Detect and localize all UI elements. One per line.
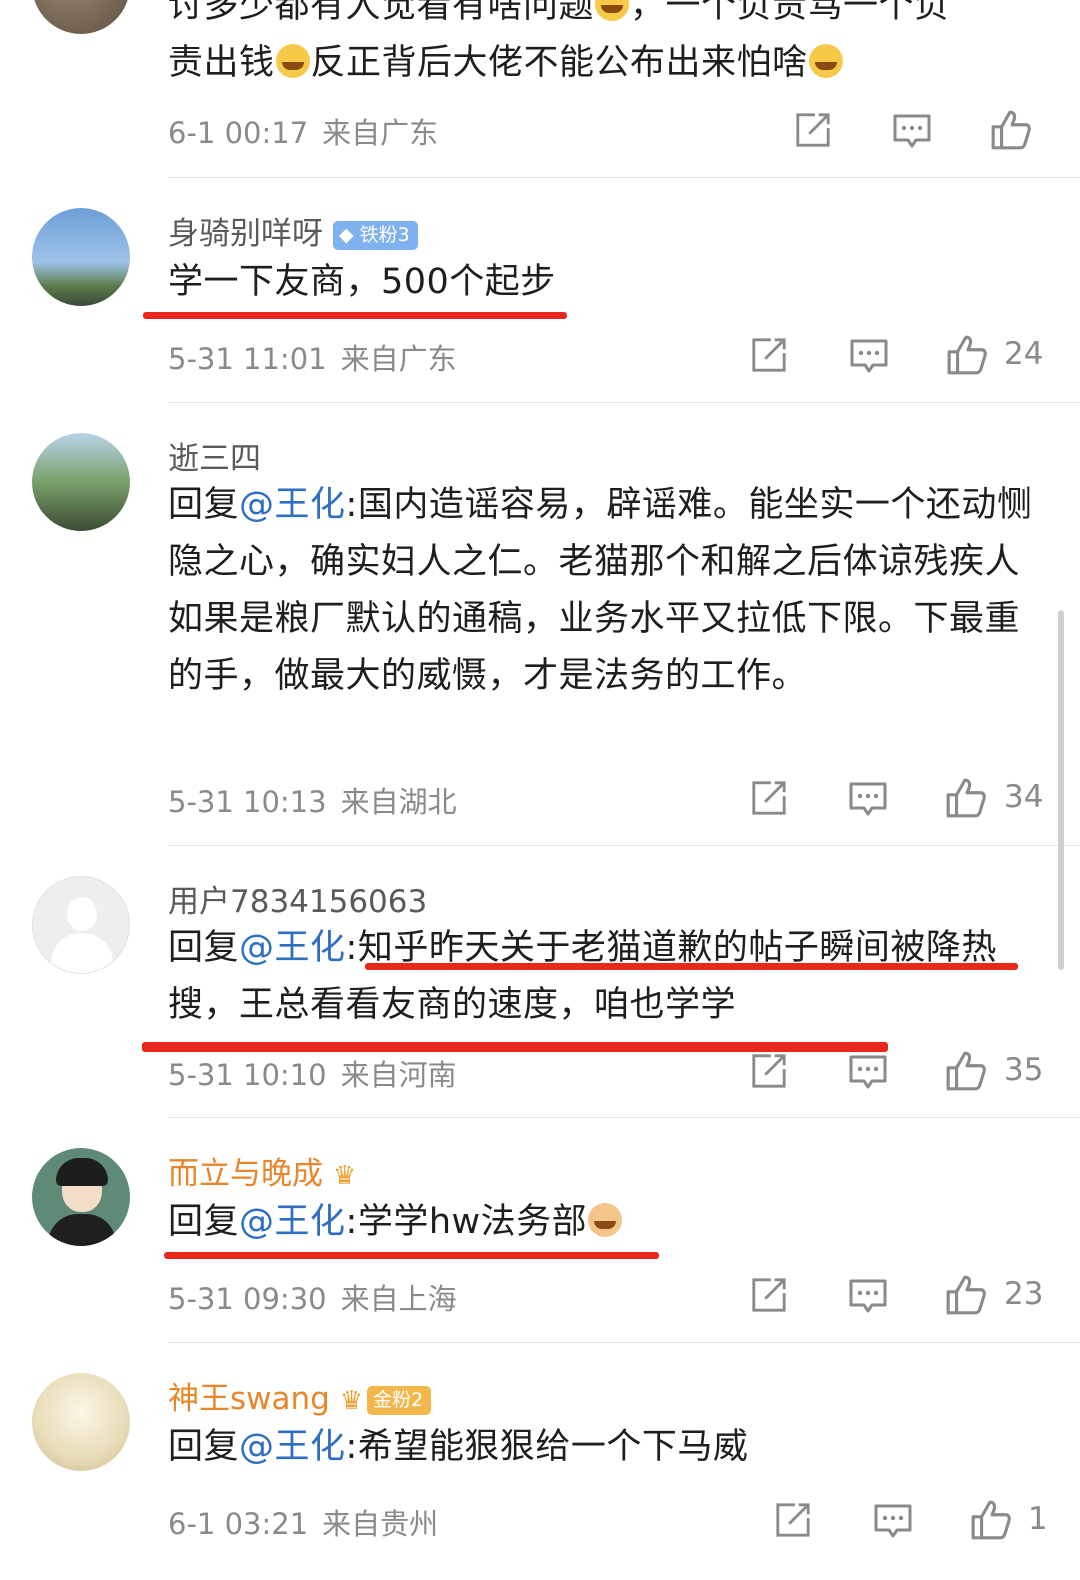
crown-icon: ♛ (339, 1385, 364, 1416)
like-count: 24 (1004, 336, 1044, 372)
comment-text: 回复@王化:知乎昨天关于老猫道歉的帖子瞬间被降热搜，王总看看友商的速度，咱也学学 (168, 928, 997, 1025)
comment-location: 来自河南 (340, 1058, 457, 1092)
doge-emoji-icon (588, 1203, 623, 1237)
like-icon[interactable] (945, 1274, 987, 1316)
comment-meta: 5-31 09:30 来自上海 (168, 1276, 457, 1318)
comment-location: 来自贵州 (322, 1507, 439, 1541)
comment-date: 5-31 11:01 (168, 342, 327, 376)
comment-date: 5-31 10:10 (168, 1058, 327, 1092)
share-icon[interactable] (750, 336, 788, 374)
highlight-underline (143, 312, 567, 319)
comment-meta: 5-31 11:01 来自广东 (168, 336, 457, 378)
comment-item: 而立与晚成 ♛ 回复@王化:学学hw法务部 5-31 09:30 来自上海 23 (0, 1118, 1080, 1343)
comment-item: 用户7834156063 回复@王化:知乎昨天关于老猫道歉的帖子瞬间被降热搜，王… (0, 846, 1080, 1118)
username[interactable]: 神王swang ♛ 金粉2 (168, 1373, 432, 1418)
mention-link[interactable]: @王化 (239, 1427, 346, 1467)
comment-text: 回复@王化:学学hw法务部 (168, 1194, 1038, 1251)
username[interactable]: 用户7834156063 (168, 876, 427, 921)
mention-link[interactable]: @王化 (239, 928, 346, 968)
scrollbar[interactable] (1058, 610, 1064, 970)
like-count: 34 (1004, 779, 1044, 815)
comment-item: 逝三四 回复@王化:国内造谣容易，辟谣难。能坐实一个还动恻隐之心，确实妇人之仁。… (0, 403, 1080, 846)
comment-location: 来自湖北 (340, 785, 457, 819)
like-icon[interactable] (945, 777, 987, 819)
avatar[interactable] (32, 1373, 130, 1471)
like-count: 23 (1004, 1276, 1044, 1312)
comment-icon[interactable] (892, 111, 932, 151)
comment-icon[interactable] (848, 779, 888, 819)
avatar[interactable] (32, 0, 130, 34)
like-count: 1 (1028, 1501, 1048, 1537)
fan-badge: 金粉2 (367, 1386, 432, 1415)
comment-meta: 5-31 10:10 来自河南 (168, 1052, 457, 1094)
mention-link[interactable]: @王化 (239, 485, 346, 525)
comment-icon[interactable] (873, 1501, 913, 1541)
comment-date: 5-31 10:13 (168, 785, 327, 819)
laughing-emoji-icon (808, 44, 843, 78)
avatar[interactable] (32, 208, 130, 306)
like-icon[interactable] (945, 1050, 987, 1092)
comment-icon[interactable] (848, 1276, 888, 1316)
avatar[interactable] (32, 876, 130, 974)
comment-icon[interactable] (849, 336, 889, 376)
comment-meta: 6-1 00:17 来自广东 (168, 110, 438, 152)
share-icon[interactable] (774, 1501, 812, 1539)
comment-text: 讨多少都有人觉看有啥问题 ，一个负责骂一个负 责出钱 反正背后大佬不能公布出来怕啥 (168, 0, 1038, 92)
comment-meta: 6-1 03:21 来自贵州 (168, 1501, 438, 1543)
comment-location: 来自上海 (340, 1282, 457, 1316)
comment-item: 讨多少都有人觉看有啥问题 ，一个负责骂一个负 责出钱 反正背后大佬不能公布出来怕啥 … (0, 0, 1080, 178)
comment-text: 回复@王化:国内造谣容易，辟谣难。能坐实一个还动恻隐之心，确实妇人之仁。老猫那个… (168, 485, 1033, 696)
comment-text: 回复@王化:希望能狠狠给一个下马威 (168, 1427, 749, 1467)
comment-meta: 5-31 10:13 来自湖北 (168, 779, 457, 821)
highlight-underline (142, 1042, 888, 1052)
like-icon[interactable] (990, 109, 1032, 151)
comment-location: 来自广东 (322, 116, 439, 150)
share-icon[interactable] (750, 779, 788, 817)
highlight-underline (365, 963, 1018, 970)
mention-link[interactable]: @王化 (239, 1202, 346, 1242)
comment-date: 6-1 03:21 (168, 1507, 309, 1541)
comment-icon[interactable] (848, 1052, 888, 1092)
avatar[interactable] (32, 1148, 130, 1246)
avatar[interactable] (32, 433, 130, 531)
comment-item: 身骑别咩呀 ◆ 铁粉3 学一下友商，500个起步 5-31 11:01 来自广东 2… (0, 178, 1080, 403)
username[interactable]: 而立与晚成 ♛ (168, 1148, 356, 1193)
comment-text: 学一下友商，500个起步 (168, 262, 556, 302)
comment-item: 神王swang ♛ 金粉2 回复@王化:希望能狠狠给一个下马威 6-1 03:21 来… (0, 1343, 1080, 1580)
like-icon[interactable] (946, 334, 988, 376)
share-icon[interactable] (750, 1276, 788, 1314)
comment-date: 5-31 09:30 (168, 1282, 327, 1316)
fan-badge: ◆ 铁粉3 (333, 221, 418, 250)
laughing-emoji-icon (275, 44, 310, 78)
laughing-emoji-icon (595, 0, 630, 21)
comment-date: 6-1 00:17 (168, 116, 309, 150)
share-icon[interactable] (794, 111, 832, 149)
comment-location: 来自广东 (340, 342, 457, 376)
share-icon[interactable] (750, 1052, 788, 1090)
username[interactable]: 身骑别咩呀 ◆ 铁粉3 (168, 208, 418, 253)
username[interactable]: 逝三四 (168, 433, 261, 478)
crown-icon: ♛ (333, 1160, 357, 1191)
like-icon[interactable] (970, 1499, 1012, 1541)
highlight-underline (164, 1252, 659, 1259)
like-count: 35 (1004, 1052, 1044, 1088)
